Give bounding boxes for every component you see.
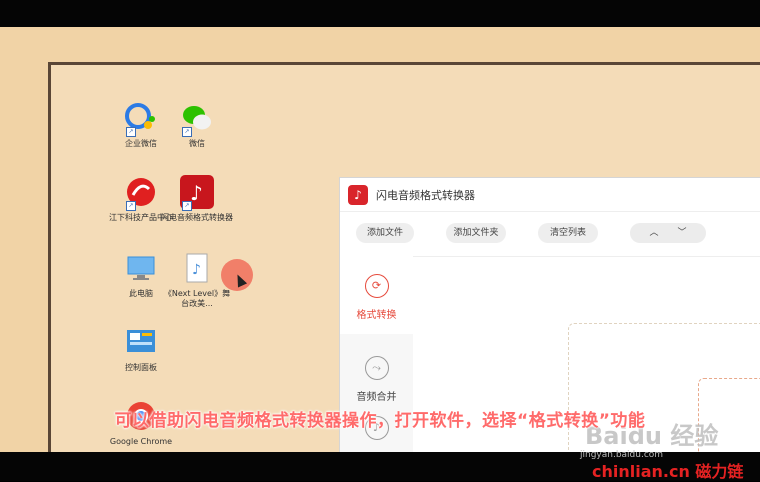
sidebar-item-label: 音频合并 [356,392,397,403]
merge-icon: ⤳ [364,356,389,380]
toolbar: 添加文件 添加文件夹 清空列表 ︿ ﹀ [340,212,760,257]
convert-icon: ⟳ [364,274,389,298]
desktop-icon-audio-converter[interactable]: ♪ ↗ 闪电音频格式转换器 [161,175,233,223]
move-buttons: ︿ ﹀ [630,223,706,243]
app-title: 闪电音频格式转换器 [376,188,475,202]
icon-label: 控制面板 [125,363,157,372]
icon-label: 《Next Level》舞台改美... [163,289,231,308]
svg-text:♪: ♪ [192,262,201,278]
move-up-button[interactable]: ︿ [650,228,659,238]
move-down-button[interactable]: ﹀ [677,228,686,238]
icon-label: Google Chrome [109,437,173,446]
add-file-button[interactable]: 添加文件 [356,223,414,243]
video-subtitle: 可以借助闪电音频格式转换器操作，打开软件，选择“格式转换”功能 [114,411,646,431]
icon-label: 闪电音频格式转换器 [161,213,233,222]
audio-file-icon: ♪ [180,251,214,285]
clear-list-button[interactable]: 清空列表 [538,223,598,243]
computer-icon [124,251,158,285]
icon-label: 微信 [189,139,205,148]
sidebar-item-format-convert[interactable]: ⟳ 格式转换 [340,256,413,334]
watermark-brand: chinlian.cn 磁力链 [592,462,744,481]
desktop-icon-wechat[interactable]: ↗ 微信 [161,101,233,149]
wecom-icon: ↗ [124,101,158,137]
desktop-icon-control-panel[interactable]: 控制面板 [105,325,177,373]
add-folder-button[interactable]: 添加文件夹 [446,223,506,243]
letterbox-top [0,0,760,27]
sidebar-item-audio-merge[interactable]: ⤳ 音频合并 [340,356,413,403]
title-bar: ♪ 闪电音频格式转换器 [340,178,760,212]
control-panel-icon [124,325,158,359]
app-logo-icon: ♪ [348,184,368,205]
product-center-icon: ↗ [124,175,158,211]
sidebar-item-label: 格式转换 [356,310,397,321]
audio-converter-icon: ♪ ↗ [180,175,214,211]
wechat-icon: ↗ [180,101,214,137]
